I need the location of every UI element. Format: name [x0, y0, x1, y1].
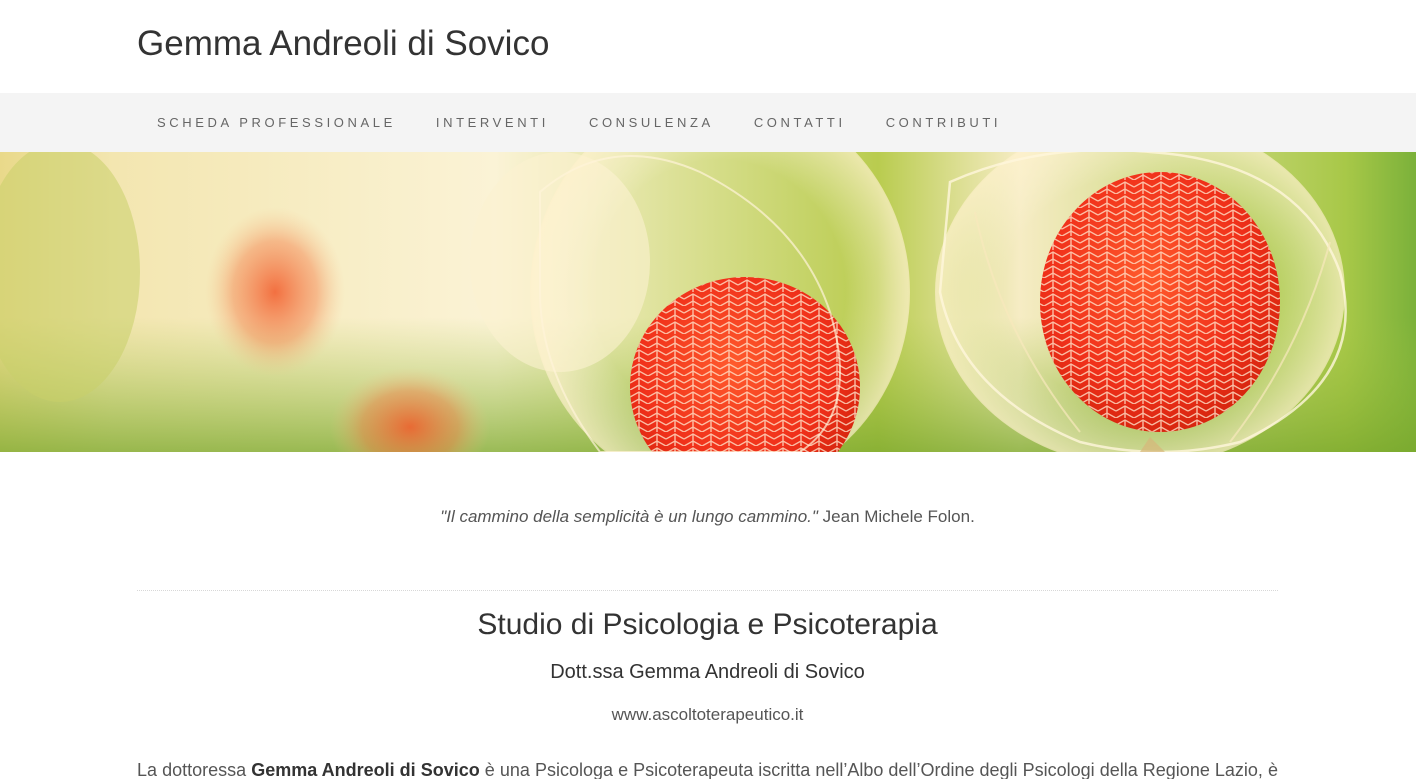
hero-banner-image — [0, 152, 1416, 452]
nav-list: SCHEDA PROFESSIONALE INTERVENTI CONSULEN… — [137, 93, 1021, 152]
intro-name: Gemma Andreoli di Sovico — [251, 760, 480, 779]
website-text: www.ascoltoterapeutico.it — [611, 705, 804, 724]
section-title: Studio di Psicologia e Psicoterapia — [477, 608, 938, 641]
quote-text: "Il cammino della semplicità è un lungo … — [440, 507, 818, 526]
section-divider — [137, 590, 1278, 591]
nav-item-contatti[interactable]: CONTATTI — [734, 93, 866, 152]
nav-item-scheda-professionale[interactable]: SCHEDA PROFESSIONALE — [137, 93, 416, 152]
intro-paragraph: La dottoressa Gemma Andreoli di Sovico è… — [137, 756, 1278, 779]
nav-item-interventi[interactable]: INTERVENTI — [416, 93, 569, 152]
intro-rest: è una Psicologa e Psicoterapeuta iscritt… — [479, 760, 1278, 779]
doctor-name-subtitle: Dott.ssa Gemma Andreoli di Sovico — [550, 661, 865, 683]
physalis-lanterns-photo — [0, 152, 1416, 452]
quote-author: Jean Michele Folon. — [817, 507, 975, 526]
quote: "Il cammino della semplicità è un lungo … — [137, 504, 1278, 530]
nav-item-consulenza[interactable]: CONSULENZA — [569, 93, 734, 152]
site-header: Gemma Andreoli di Sovico — [0, 0, 1416, 93]
main-navigation: SCHEDA PROFESSIONALE INTERVENTI CONSULEN… — [0, 93, 1416, 152]
nav-item-contributi[interactable]: CONTRIBUTI — [866, 93, 1021, 152]
site-title[interactable]: Gemma Andreoli di Sovico — [137, 21, 549, 67]
intro-prefix: La dottoressa — [137, 760, 252, 779]
